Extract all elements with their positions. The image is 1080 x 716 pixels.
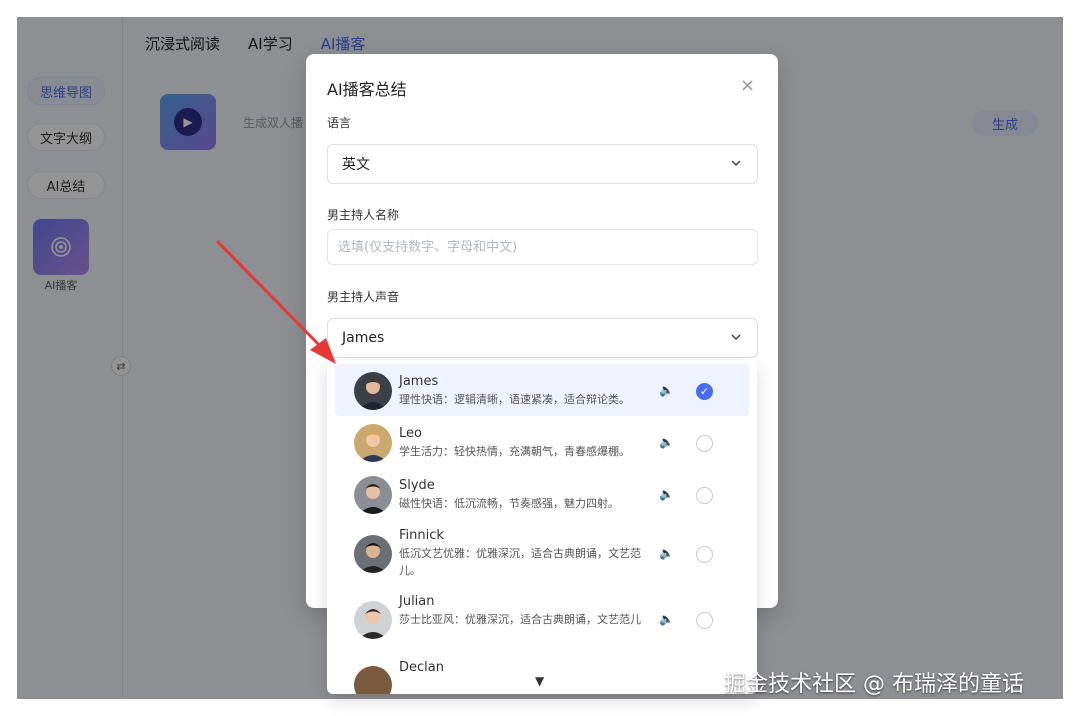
voice-dropdown: James 理性快语：逻辑清晰，语速紧凑，适合辩论类。 🔈 ✓ Leo 学生活力… bbox=[327, 360, 757, 694]
language-select[interactable]: 英文 bbox=[327, 144, 758, 184]
host-voice-label: 男主持人声音 bbox=[327, 290, 400, 304]
radio-button[interactable] bbox=[696, 546, 713, 563]
radio-button[interactable] bbox=[696, 487, 713, 504]
radio-checked-icon[interactable]: ✓ bbox=[696, 383, 713, 400]
voice-description: 低沉文艺优雅：优雅深沉，适合古典朗诵，文艺范儿。 bbox=[399, 547, 641, 577]
voice-description: 学生活力：轻快热情，充满朝气，青春感爆棚。 bbox=[399, 445, 630, 458]
host-voice-select[interactable]: James bbox=[327, 318, 758, 358]
language-label: 语言 bbox=[327, 116, 352, 130]
avatar bbox=[354, 476, 392, 514]
language-select-value: 英文 bbox=[342, 157, 370, 173]
close-icon[interactable]: × bbox=[740, 75, 755, 96]
modal-title: AI播客总结 bbox=[327, 80, 407, 99]
speaker-icon[interactable]: 🔈 bbox=[659, 612, 674, 626]
voice-name: James bbox=[399, 374, 439, 389]
host-voice-select-value: James bbox=[342, 330, 385, 346]
voice-name: Finnick bbox=[399, 528, 444, 543]
speaker-icon[interactable]: 🔈 bbox=[659, 487, 674, 501]
radio-button[interactable] bbox=[696, 435, 713, 452]
chevron-down-icon bbox=[731, 157, 741, 171]
voice-description: 莎士比亚风：优雅深沉，适合古典朗诵，文艺范儿 bbox=[399, 613, 641, 626]
voice-option-james[interactable] bbox=[335, 364, 749, 416]
avatar bbox=[354, 424, 392, 462]
host-name-input[interactable] bbox=[327, 229, 758, 265]
speaker-icon[interactable]: 🔈 bbox=[659, 546, 674, 560]
chevron-down-icon bbox=[731, 331, 741, 345]
host-name-label: 男主持人名称 bbox=[327, 208, 400, 222]
voice-name: Leo bbox=[399, 426, 422, 441]
voice-name: Slyde bbox=[399, 478, 435, 493]
voice-description: 磁性快语：低沉流畅，节奏感强，魅力四射。 bbox=[399, 497, 619, 510]
speaker-icon[interactable]: 🔈 bbox=[659, 435, 674, 449]
radio-button[interactable] bbox=[696, 612, 713, 629]
scroll-down-icon[interactable]: ▼ bbox=[535, 674, 544, 688]
avatar bbox=[354, 601, 392, 639]
avatar bbox=[354, 372, 392, 410]
avatar bbox=[354, 535, 392, 573]
avatar bbox=[354, 666, 392, 694]
voice-name: Declan bbox=[399, 660, 444, 675]
speaker-icon[interactable]: 🔈 bbox=[659, 383, 674, 397]
voice-description: 理性快语：逻辑清晰，语速紧凑，适合辩论类。 bbox=[399, 393, 630, 406]
voice-name: Julian bbox=[399, 594, 435, 609]
watermark: 掘金技术社区 @ 布瑞泽的童话 bbox=[724, 672, 1024, 697]
